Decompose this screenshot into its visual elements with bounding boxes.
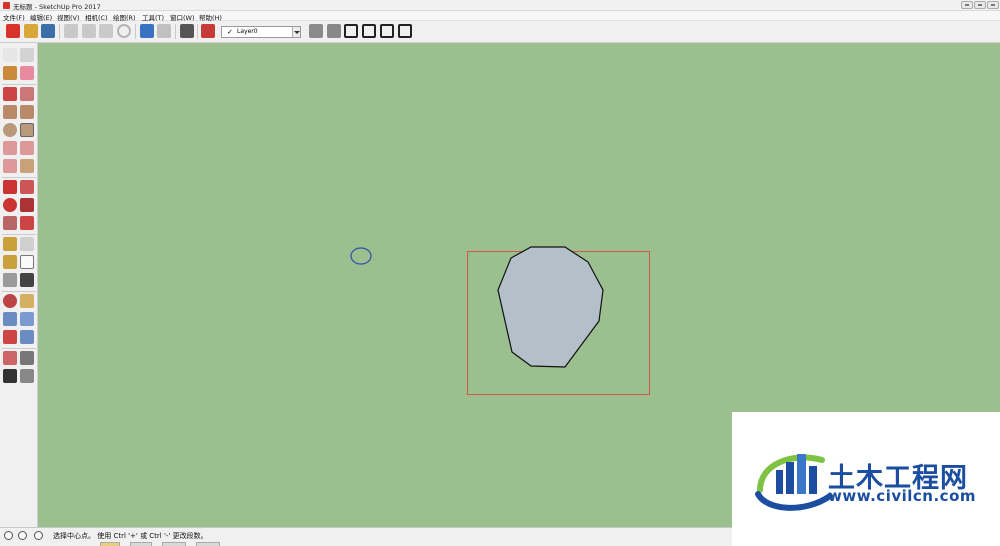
front-view-icon[interactable]: [362, 24, 376, 38]
left-toolbar: [0, 43, 38, 527]
rectangle-icon[interactable]: [3, 105, 17, 119]
text-icon[interactable]: [20, 255, 34, 269]
scale-icon[interactable]: [3, 216, 17, 230]
freehand-icon[interactable]: [20, 87, 34, 101]
offset-icon[interactable]: [20, 216, 34, 230]
layer-manager-icon[interactable]: [309, 24, 323, 38]
two-point-arc-icon[interactable]: [20, 141, 34, 155]
move-icon[interactable]: [3, 180, 17, 194]
pie-icon[interactable]: [20, 159, 34, 173]
main-toolbar: ✓ Layer0: [0, 21, 1000, 43]
polygon-icon[interactable]: [20, 123, 34, 137]
layer-name: Layer0: [237, 28, 258, 35]
rotated-rectangle-icon[interactable]: [20, 105, 34, 119]
save-icon[interactable]: [41, 24, 55, 38]
toolbar-separator: [59, 24, 60, 39]
toolbar-separator: [2, 84, 36, 85]
three-point-arc-icon[interactable]: [3, 159, 17, 173]
toolbar-separator: [197, 24, 198, 39]
toolbar-separator: [175, 24, 176, 39]
toolbar-separator: [2, 348, 36, 349]
position-camera-icon[interactable]: [3, 351, 17, 365]
select-icon[interactable]: [3, 48, 17, 62]
maximize-button[interactable]: [974, 1, 986, 9]
3d-text-icon[interactable]: [20, 273, 34, 287]
walk-icon[interactable]: [3, 369, 17, 383]
toolbar-separator: [2, 291, 36, 292]
toolbar-separator: [135, 24, 136, 39]
window-title: 无标题 - SketchUp Pro 2017: [13, 3, 101, 11]
rotate-icon[interactable]: [3, 198, 17, 212]
layer-visible-check: ✓: [227, 28, 233, 36]
eraser-icon[interactable]: [20, 66, 34, 80]
watermark-url: www.civilcn.com: [828, 487, 977, 505]
dimension-icon[interactable]: [20, 237, 34, 251]
close-button[interactable]: [987, 1, 999, 9]
tape-measure-icon[interactable]: [3, 237, 17, 251]
arc-icon[interactable]: [3, 141, 17, 155]
menu-bar: 文件(F) 编辑(E) 视图(V) 相机(C) 绘图(R) 工具(T) 窗口(W…: [0, 11, 1000, 22]
minimize-button[interactable]: [961, 1, 973, 9]
copy-icon[interactable]: [82, 24, 96, 38]
axes-icon[interactable]: [3, 273, 17, 287]
zoom-window-icon[interactable]: [20, 312, 34, 326]
section-plane-icon[interactable]: [20, 369, 34, 383]
layer-dropdown[interactable]: ✓ Layer0: [221, 26, 301, 38]
orbit-icon[interactable]: [3, 294, 17, 308]
iso-view-icon[interactable]: [327, 24, 341, 38]
sketchup-app-icon: [3, 2, 10, 9]
zoom-icon[interactable]: [3, 312, 17, 326]
credits-icon[interactable]: [18, 531, 27, 540]
look-around-icon[interactable]: [20, 351, 34, 365]
decagon-face[interactable]: [497, 246, 604, 368]
circle-icon[interactable]: [3, 123, 17, 137]
make-component-icon[interactable]: [20, 48, 34, 62]
right-view-icon[interactable]: [380, 24, 394, 38]
pan-icon[interactable]: [20, 294, 34, 308]
open-folder-icon[interactable]: [24, 24, 38, 38]
erase-icon[interactable]: [117, 24, 131, 38]
zoom-extents-icon[interactable]: [3, 330, 17, 344]
toolbar-separator: [2, 177, 36, 178]
undo-icon[interactable]: [140, 24, 154, 38]
back-view-icon[interactable]: [398, 24, 412, 38]
user-account-icon[interactable]: [34, 531, 43, 540]
line-icon[interactable]: [3, 87, 17, 101]
print-icon[interactable]: [180, 24, 194, 38]
toolbar-separator: [2, 234, 36, 235]
taskbar-item[interactable]: [162, 542, 186, 546]
taskbar-item[interactable]: [100, 542, 120, 546]
status-message: 选择中心点。 使用 Ctrl '+' 或 Ctrl '-' 更改段数。: [53, 532, 208, 540]
chevron-down-icon[interactable]: [292, 27, 300, 37]
previous-view-icon[interactable]: [20, 330, 34, 344]
cut-icon[interactable]: [64, 24, 78, 38]
redo-icon[interactable]: [157, 24, 171, 38]
top-view-icon[interactable]: [344, 24, 358, 38]
geo-location-icon[interactable]: [4, 531, 13, 540]
polygon-cursor-circle: [350, 247, 372, 265]
protractor-icon[interactable]: [3, 255, 17, 269]
watermark: 土木工程网 www.civilcn.com: [732, 412, 1000, 546]
title-bar: 无标题 - SketchUp Pro 2017: [0, 0, 1000, 11]
taskbar-item[interactable]: [130, 542, 152, 546]
paste-icon[interactable]: [99, 24, 113, 38]
taskbar-item[interactable]: [196, 542, 220, 546]
new-file-icon[interactable]: [6, 24, 20, 38]
model-info-icon[interactable]: [201, 24, 215, 38]
paint-bucket-icon[interactable]: [3, 66, 17, 80]
follow-me-icon[interactable]: [20, 198, 34, 212]
push-pull-icon[interactable]: [20, 180, 34, 194]
